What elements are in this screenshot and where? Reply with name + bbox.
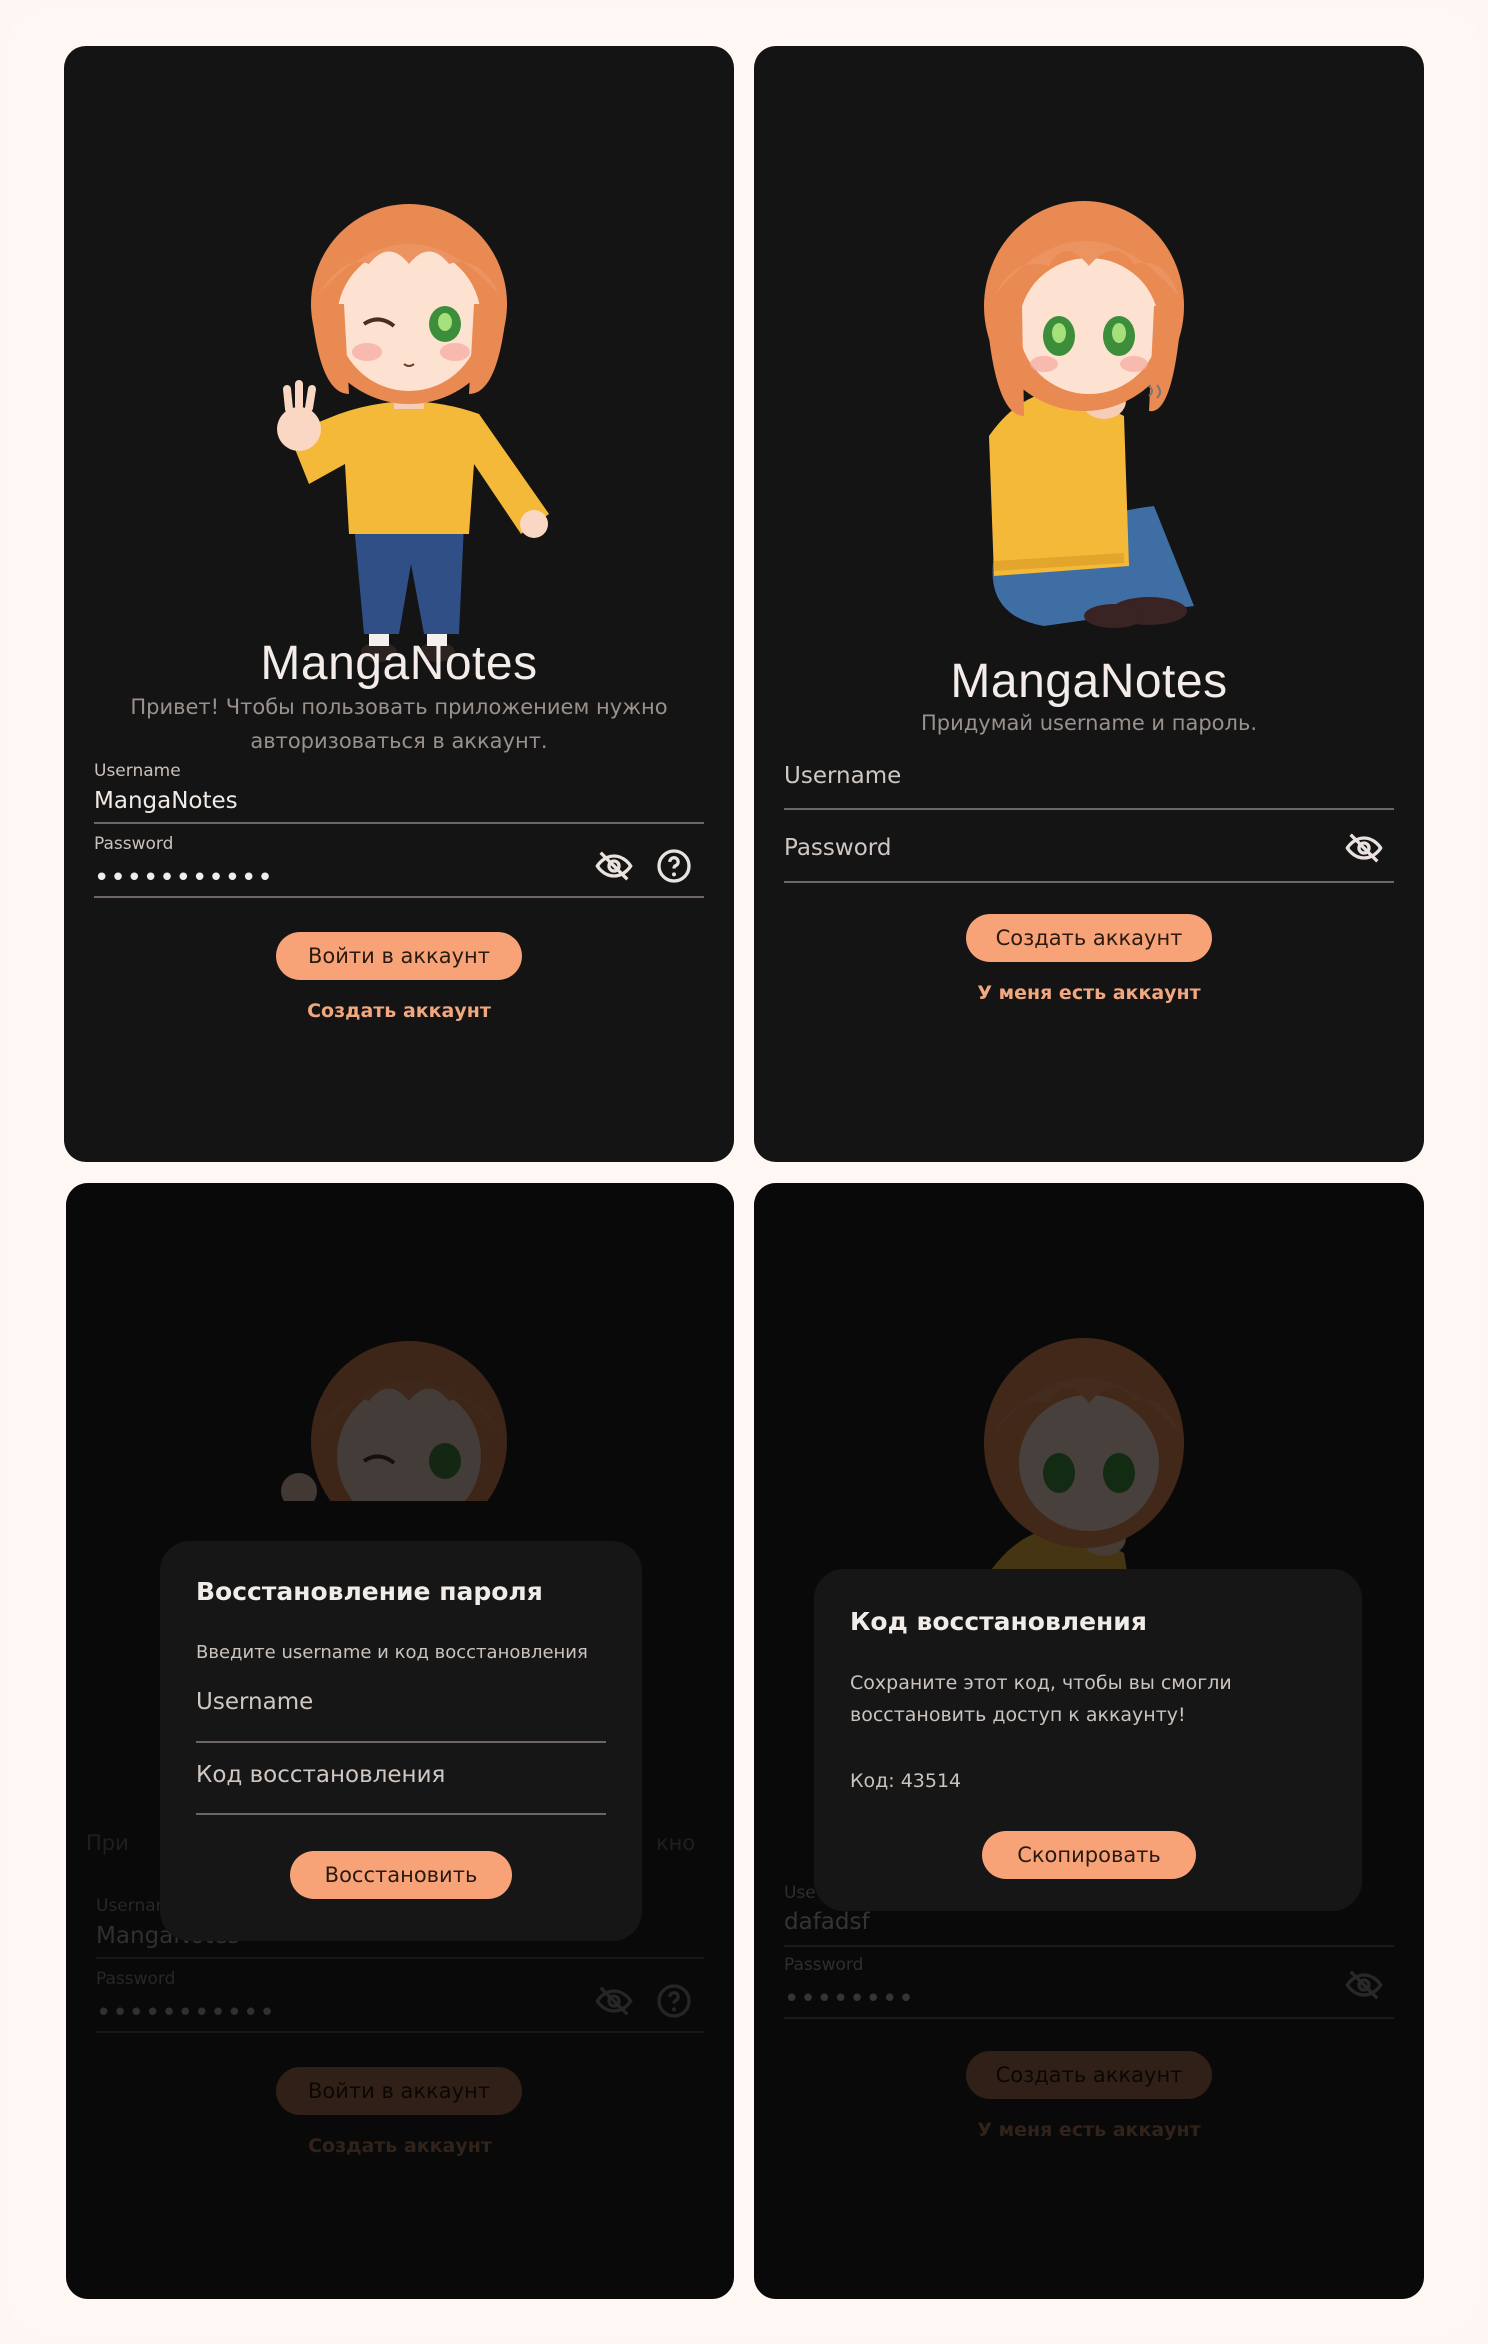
password-underline [784,881,1394,883]
register-subtitle: Придумай username и пароль. [921,711,1257,735]
mascot-waving-illustration [277,204,549,662]
app-title: MangaNotes [950,655,1228,708]
login-button[interactable]: Войти в аккаунт [276,932,522,980]
recovery-username-input[interactable]: Username [196,1689,313,1715]
have-account-link[interactable]: У меня есть аккаунт [754,2119,1424,2141]
dialog-description: Сохраните этот код, чтобы вы смогли восс… [850,1672,1232,1726]
password-input[interactable]: •••••••• [784,1986,915,2012]
recovery-code-value: Код: 43514 [850,1770,962,1792]
greeting-fragment-right: кно [656,1831,696,1855]
password-input[interactable]: Password [784,835,891,861]
password-recovery-dialog: Восстановление пароля Введите username и… [160,1541,642,1941]
username-label: Usernan [96,1896,167,1916]
mascot-waving-illustration [281,1341,507,1501]
eye-off-icon[interactable] [594,1981,634,2021]
eye-off-icon[interactable] [1344,1965,1384,2005]
password-recovery-screen: При кно Usernan MangaNotes Password ••••… [66,1183,734,2299]
app-title: MangaNotes [260,637,538,690]
dialog-description: Введите username и код восстановления [196,1642,588,1663]
username-underline [784,1945,1394,1947]
username-label: Use [784,1883,816,1903]
create-account-link[interactable]: Создать аккаунт [64,1000,734,1022]
restore-button[interactable]: Восстановить [290,1851,512,1899]
password-label: Password [784,1955,864,1975]
create-account-button[interactable]: Создать аккаунт [966,2051,1212,2099]
login-button[interactable]: Войти в аккаунт [276,2067,522,2115]
eye-off-icon[interactable] [1344,828,1384,868]
recovery-username-underline [196,1741,606,1743]
recovery-code-dialog: Код восстановления Сохраните этот код, ч… [814,1569,1362,1911]
help-circle-icon[interactable] [654,1981,694,2021]
eye-off-icon[interactable] [594,846,634,886]
login-screen: MangaNotes Привет! Чтобы пользовать прил… [64,46,734,1162]
recovery-code-screen: Use dafadsf Password •••••••• Создать ак… [754,1183,1424,2299]
register-screen: MangaNotes Придумай username и пароль. U… [754,46,1424,1162]
copy-button[interactable]: Скопировать [982,1831,1196,1879]
greeting-text: Привет! Чтобы пользовать приложением нуж… [130,695,668,753]
password-label: Password [94,834,174,854]
password-input[interactable]: ••••••••••• [96,2000,276,2026]
username-underline [94,822,704,824]
username-underline [96,1957,704,1959]
help-circle-icon[interactable] [654,846,694,886]
username-underline [784,808,1394,810]
password-underline [784,2017,1394,2019]
create-account-link[interactable]: Создать аккаунт [66,2135,734,2157]
recovery-code-underline [196,1813,606,1815]
username-input[interactable]: MangaNotes [94,788,238,814]
create-account-button[interactable]: Создать аккаунт [966,914,1212,962]
mascot-sitting-illustration [984,201,1194,628]
dialog-title: Код восстановления [850,1607,1147,1636]
username-input[interactable]: dafadsf [784,1909,870,1935]
password-input[interactable]: ••••••••••• [94,865,274,891]
dialog-title: Восстановление пароля [196,1577,543,1606]
greeting-fragment-left: При [86,1831,129,1855]
password-underline [96,2031,704,2033]
username-label: Username [94,761,181,781]
password-label: Password [96,1969,176,1989]
have-account-link[interactable]: У меня есть аккаунт [754,982,1424,1004]
mascot-sitting-illustration [984,1338,1184,1573]
password-underline [94,896,704,898]
recovery-code-input[interactable]: Код восстановления [196,1762,445,1788]
username-input[interactable]: Username [784,763,901,789]
